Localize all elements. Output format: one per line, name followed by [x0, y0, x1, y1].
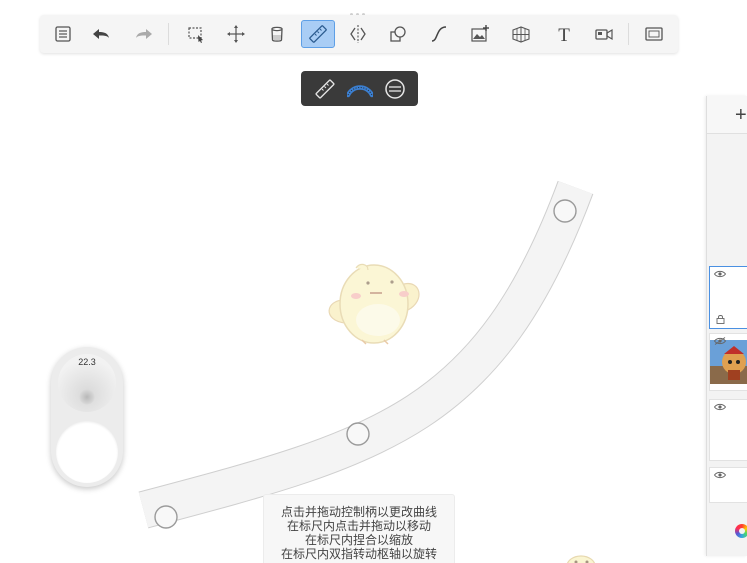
- app-stage: T 22.3 点击并拖动控制柄以更改曲线 在标尺内点击并拖动以移动 在标尺内捏合…: [0, 0, 747, 563]
- eye-icon[interactable]: [714, 403, 726, 411]
- hint-line: 在标尺内双指转动枢轴以旋转: [280, 547, 437, 561]
- hint-line: 在标尺内捏合以缩放: [304, 533, 413, 547]
- chick-character-drawing: [328, 263, 420, 345]
- layer-item[interactable]: [709, 266, 747, 329]
- curve-ruler[interactable]: [138, 180, 594, 529]
- lock-icon[interactable]: [716, 314, 725, 324]
- eye-icon[interactable]: [714, 270, 726, 278]
- layers-panel-header: +: [707, 96, 747, 134]
- ruler-control-handle[interactable]: [553, 199, 577, 223]
- chick-character-partial: [566, 555, 596, 563]
- layer-thumbnail-image: [710, 340, 747, 384]
- eye-hidden-icon[interactable]: [714, 337, 726, 345]
- ruler-hint-tooltip: 点击并拖动控制柄以更改曲线 在标尺内点击并拖动以移动 在标尺内捏合以缩放 在标尺…: [263, 494, 455, 563]
- add-layer-button[interactable]: +: [735, 105, 747, 125]
- layer-item[interactable]: [709, 399, 747, 461]
- color-wheel-icon[interactable]: [735, 524, 747, 538]
- layer-item[interactable]: [709, 333, 747, 391]
- hint-line: 点击并拖动控制柄以更改曲线: [280, 505, 437, 519]
- ruler-control-handle[interactable]: [154, 505, 178, 529]
- drawing-canvas[interactable]: [0, 0, 747, 563]
- ruler-control-handle[interactable]: [346, 422, 370, 446]
- brush-opacity-control[interactable]: [56, 421, 118, 483]
- layer-item[interactable]: [709, 467, 747, 503]
- brush-size-opacity-puck[interactable]: 22.3: [51, 347, 123, 487]
- hint-line: 在标尺内点击并拖动以移动: [286, 519, 431, 533]
- eye-icon[interactable]: [714, 471, 726, 479]
- brush-preview-dot: [79, 389, 95, 405]
- layers-panel: +: [706, 96, 747, 556]
- brush-size-value: 22.3: [78, 357, 96, 367]
